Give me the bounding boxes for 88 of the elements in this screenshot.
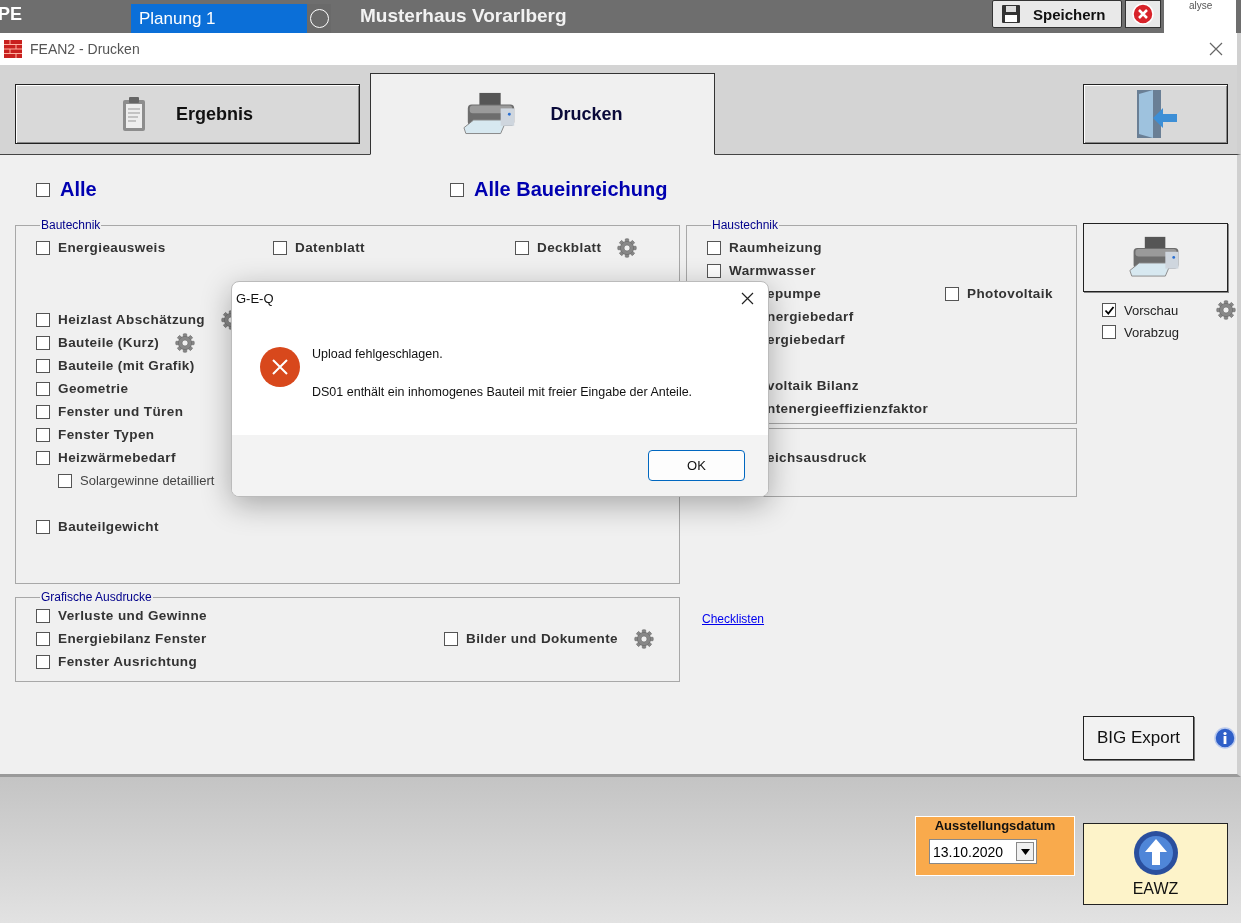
clipboard-icon xyxy=(122,96,146,132)
group-title: Bautechnik xyxy=(40,218,102,232)
settings-icon[interactable] xyxy=(617,237,638,258)
option-label: Bauteilgewicht xyxy=(58,519,159,534)
option-label: epumpe xyxy=(767,286,822,301)
checkbox[interactable] xyxy=(707,240,721,255)
option-label: Heizwärmebedarf xyxy=(58,450,176,465)
option-label: Geometrie xyxy=(58,381,129,396)
brick-wall-icon xyxy=(4,40,22,58)
plan-field[interactable]: Planung 1 xyxy=(131,4,331,33)
checkbox[interactable] xyxy=(36,608,50,623)
checkbox[interactable] xyxy=(36,335,50,350)
option-label: Bilder und Dokumente xyxy=(466,631,618,646)
checkbox[interactable] xyxy=(36,631,50,646)
checkbox[interactable] xyxy=(36,240,50,255)
ok-button[interactable]: OK xyxy=(648,450,745,481)
checkbox[interactable] xyxy=(36,450,50,465)
option-label: Energieausweis xyxy=(58,240,166,255)
save-button[interactable]: Speichern xyxy=(992,0,1122,28)
checkbox[interactable] xyxy=(515,240,529,255)
option-label: Deckblatt xyxy=(537,240,602,255)
option-label: Energiebilanz Fenster xyxy=(58,631,207,646)
error-icon xyxy=(260,347,300,387)
checkbox[interactable] xyxy=(945,286,959,301)
checkbox[interactable] xyxy=(36,427,50,442)
info-icon[interactable] xyxy=(1214,727,1236,749)
checkbox[interactable] xyxy=(36,182,50,197)
option-label: Fenster und Türen xyxy=(58,404,184,419)
option-label: Raumheizung xyxy=(729,240,822,255)
option-label: Verluste und Gewinne xyxy=(58,608,208,623)
checkbox[interactable] xyxy=(36,654,50,669)
option-label: Heizlast Abschätzung xyxy=(58,312,206,327)
option-label: Datenblatt xyxy=(295,240,365,255)
dialog-message: Upload fehlgeschlagen. xyxy=(312,347,444,361)
checkbox[interactable] xyxy=(58,473,72,488)
settings-icon[interactable] xyxy=(634,628,654,649)
group-title: Grafische Ausdrucke xyxy=(40,590,153,604)
option-label: Solargewinne detailliert xyxy=(80,473,215,488)
export-button[interactable]: BIG Export xyxy=(1083,716,1194,760)
option-label: Vorschau xyxy=(1124,302,1180,318)
checkbox[interactable] xyxy=(707,263,721,278)
select-all-label: Alle Baueinreichung xyxy=(474,178,668,201)
print-button[interactable] xyxy=(1083,223,1228,292)
group-title: Haustechnik xyxy=(711,218,780,232)
app-label: PE xyxy=(0,3,23,26)
close-icon xyxy=(1209,42,1223,56)
checkbox[interactable] xyxy=(273,240,287,255)
option-label: eichsausdruck xyxy=(767,450,867,465)
caret-icon[interactable] xyxy=(1016,842,1034,861)
dialog-title: G-E-Q xyxy=(236,290,275,306)
checkbox[interactable] xyxy=(36,358,50,373)
option-label: Fenster Typen xyxy=(58,427,155,442)
checklists-link[interactable]: Checklisten xyxy=(702,612,765,626)
option-label: Bauteile (Kurz) xyxy=(58,335,160,350)
exit-button[interactable] xyxy=(1083,84,1228,144)
checkbox[interactable] xyxy=(444,631,458,646)
close-icon xyxy=(740,291,754,305)
checkbox[interactable] xyxy=(450,182,464,197)
checkbox[interactable] xyxy=(36,519,50,534)
checkbox[interactable] xyxy=(36,312,50,327)
option-label: Vorabzug xyxy=(1124,324,1180,340)
tab[interactable]: Drucken xyxy=(370,73,715,155)
settings-icon[interactable] xyxy=(1216,300,1236,320)
dialog-detail: DS01 enthält ein inhomogenes Bauteil mit freier Eingabe der Anteile. xyxy=(312,385,693,399)
window-title: FEAN2 - Drucken xyxy=(30,41,141,57)
option-label: nergiebedarf xyxy=(767,309,854,324)
select-all-label: Alle xyxy=(60,178,97,201)
option-label: Photovoltaik xyxy=(967,286,1053,301)
checkbox[interactable] xyxy=(1102,303,1116,317)
option-label: Bauteile (mit Grafik) xyxy=(58,358,195,373)
floppy-icon xyxy=(1001,4,1021,24)
checkbox[interactable] xyxy=(1102,325,1116,339)
settings-icon[interactable] xyxy=(175,332,196,353)
option-label: Fenster Ausrichtung xyxy=(58,654,198,669)
date-dropdown[interactable]: 13.10.2020 xyxy=(929,839,1037,864)
checkbox[interactable] xyxy=(36,381,50,396)
option-label: ergiebedarf xyxy=(767,332,845,347)
option-label: voltaik Bilanz xyxy=(767,378,859,393)
checkbox[interactable] xyxy=(36,404,50,419)
tab[interactable]: Ergebnis xyxy=(15,84,360,144)
date-label: Ausstellungsdatum xyxy=(934,818,1056,833)
close-icon xyxy=(1132,3,1154,25)
close-button[interactable] xyxy=(1125,0,1161,28)
option-label: Warmwasser xyxy=(729,263,816,278)
corner-text: alyse xyxy=(1189,0,1213,11)
option-label: ntenergieeffizienzfaktor xyxy=(767,401,929,416)
upload-button[interactable]: EAWZ xyxy=(1083,823,1228,905)
project-title: Musterhaus Vorarlberg xyxy=(360,4,568,28)
